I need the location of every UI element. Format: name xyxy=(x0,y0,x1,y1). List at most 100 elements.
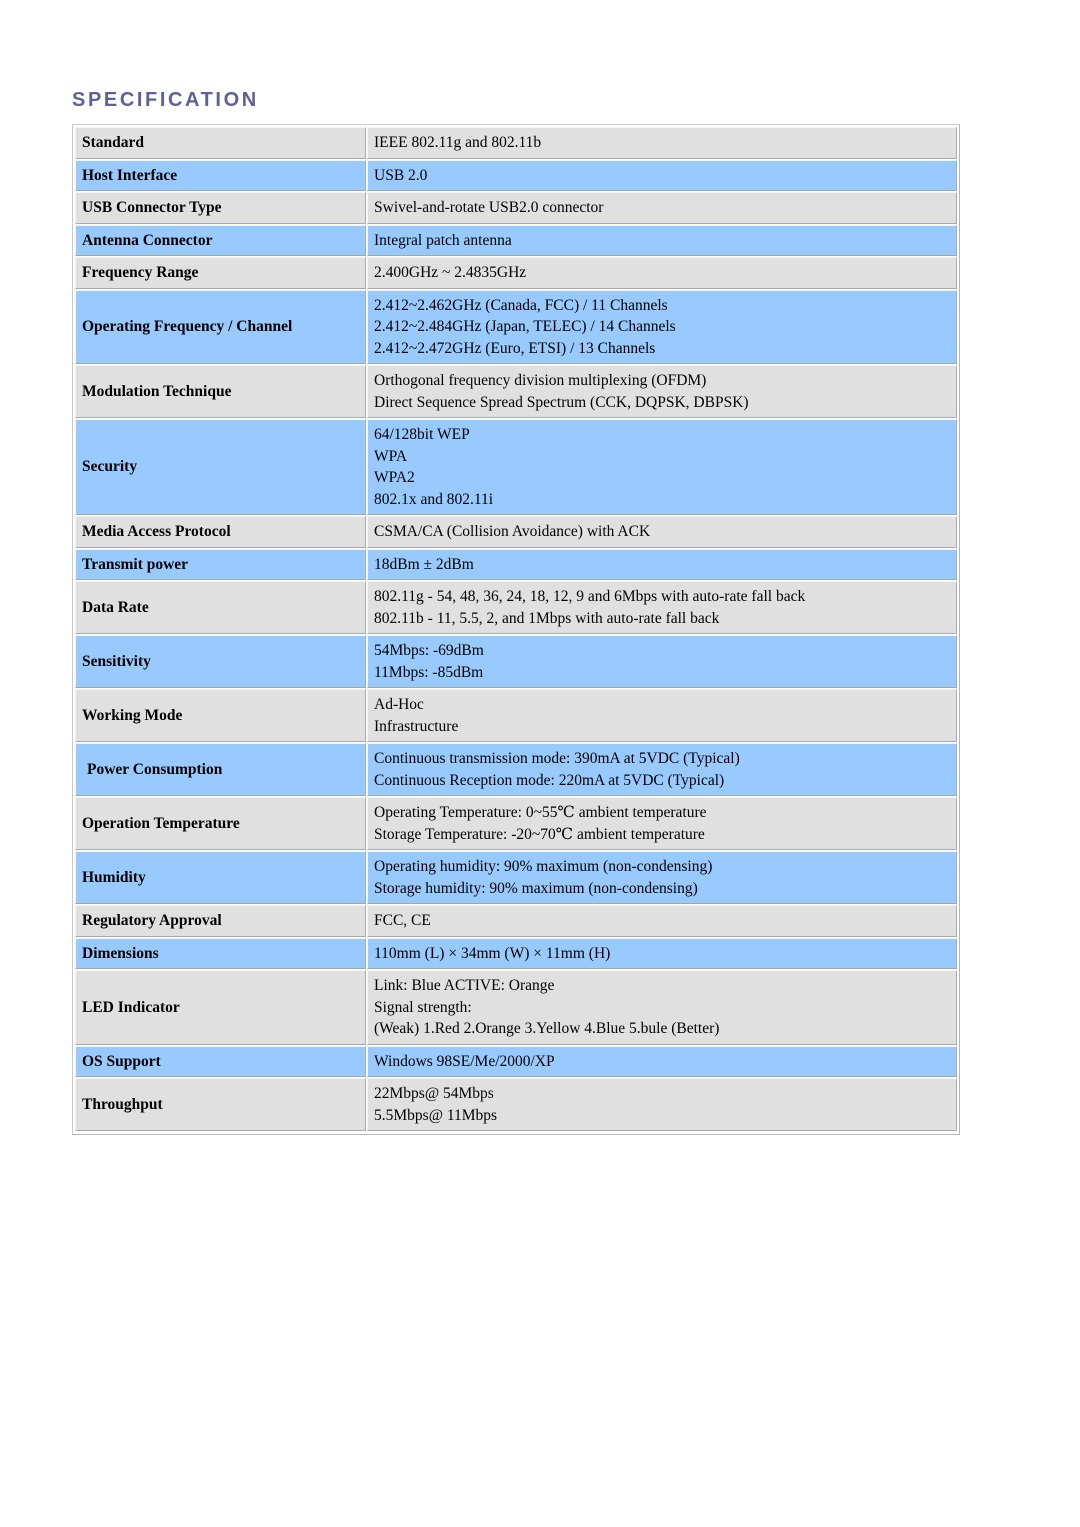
spec-label-text: Data Rate xyxy=(82,598,149,616)
spec-value-line: 2.412~2.462GHz (Canada, FCC) / 11 Channe… xyxy=(374,296,668,314)
spec-label-text: Modulation Technique xyxy=(82,382,232,400)
specification-table: Standard IEEE 802.11g and 802.11b Host Int… xyxy=(74,126,958,1132)
spec-value-line: 802.11b - 11, 5.5, 2, and 1Mbps with aut… xyxy=(374,609,720,627)
spec-value-line: Operating Temperature: 0~55℃ ambient tem… xyxy=(374,804,707,821)
spec-value-line: USB 2.0 xyxy=(374,166,428,184)
spec-value-cell: Windows 98SE/Me/2000/XP xyxy=(367,1045,957,1077)
spec-value-line: 18dBm ± 2dBm xyxy=(374,555,474,573)
spec-value-line: Storage Temperature: -20~70℃ ambient tem… xyxy=(374,825,705,843)
table-row: Security 64/128bit WEP WPA WPA2 802.1x and 8… xyxy=(75,419,957,515)
spec-label-cell: LED Indicator xyxy=(75,970,366,1045)
spec-value-line: Integral patch antenna xyxy=(374,231,512,249)
table-row: Operation Temperature Operating Temperatu… xyxy=(75,797,957,850)
spec-value-line: (Weak) 1.Red 2.Orange 3.Yellow 4.Blue 5.… xyxy=(374,1020,720,1037)
table-row: USB Connector Type Swivel-and-rotate USB2… xyxy=(75,192,957,224)
table-row: Sensitivity 54Mbps: -69dBm 11Mbps: -85dBm xyxy=(75,635,957,688)
spec-value-line: 64/128bit WEP xyxy=(374,426,470,443)
spec-value-cell: 64/128bit WEP WPA WPA2 802.1x and 802.11i xyxy=(367,419,957,515)
spec-value-line: Direct Sequence Spread Spectrum (CCK, DQ… xyxy=(374,393,749,411)
spec-label-text: Throughput xyxy=(82,1095,163,1113)
spec-value-cell: 18dBm ± 2dBm xyxy=(367,548,957,580)
spec-label-cell: Media Access Protocol xyxy=(75,516,366,548)
spec-label-text: Media Access Protocol xyxy=(82,523,231,540)
spec-label-cell: Operation Temperature xyxy=(75,797,366,850)
spec-value-cell: Link: Blue ACTIVE: Orange Signal strength… xyxy=(367,970,957,1045)
spec-value-line: 5.5Mbps@ 11Mbps xyxy=(374,1106,498,1124)
spec-value-line: CSMA/CA (Collision Avoidance) with ACK xyxy=(374,523,651,540)
spec-value-line: WPA2 xyxy=(374,469,415,486)
spec-label-text: Frequency Range xyxy=(82,264,199,281)
table-row: Dimensions 110mm (L) × 34mm (W) × 11mm (H… xyxy=(75,937,957,969)
spec-value-cell: USB 2.0 xyxy=(367,159,957,191)
table-row: Data Rate 802.11g - 54, 48, 36, 24, 18, 1… xyxy=(75,581,957,634)
spec-label-text: Regulatory Approval xyxy=(82,912,222,929)
spec-label-text: Operating Frequency / Channel xyxy=(82,318,293,335)
table-row: OS Support Windows 98SE/Me/2000/XP xyxy=(75,1045,957,1077)
spec-value-line: 22Mbps@ 54Mbps xyxy=(374,1085,494,1102)
spec-label-text: Working Mode xyxy=(82,706,183,724)
spec-label-cell: Standard xyxy=(75,127,366,159)
table-row: Media Access Protocol CSMA/CA (Collision … xyxy=(75,516,957,548)
spec-label-text: Security xyxy=(82,458,138,476)
spec-value-line: Operating humidity: 90% maximum (non-con… xyxy=(374,858,713,875)
spec-label-text: Host Interface xyxy=(82,166,178,184)
spec-label-cell: USB Connector Type xyxy=(75,192,366,224)
spec-label-text: Antenna Connector xyxy=(82,231,213,249)
spec-value-line: Swivel-and-rotate USB2.0 connector xyxy=(374,199,604,216)
spec-label-text: OS Support xyxy=(82,1052,161,1070)
spec-label-cell: Dimensions xyxy=(75,937,366,969)
spec-value-line: 2.412~2.484GHz (Japan, TELEC) / 14 Chann… xyxy=(374,318,676,335)
table-row: Throughput 22Mbps@ 54Mbps 5.5Mbps@ 11Mbps xyxy=(75,1078,957,1131)
spec-value-line: Windows 98SE/Me/2000/XP xyxy=(374,1052,555,1070)
spec-label-cell: OS Support xyxy=(75,1045,366,1077)
spec-label-text: Sensitivity xyxy=(82,652,151,670)
table-row: Operating Frequency / Channel 2.412~2.462… xyxy=(75,289,957,364)
spec-label-text: Operation Temperature xyxy=(82,814,240,832)
spec-value-cell: Swivel-and-rotate USB2.0 connector xyxy=(367,192,957,224)
spec-label-cell: Frequency Range xyxy=(75,257,366,289)
specification-table-container: Standard IEEE 802.11g and 802.11b Host Int… xyxy=(72,124,960,1135)
spec-value-line: 2.400GHz ~ 2.4835GHz xyxy=(374,264,527,281)
spec-value-line: Signal strength: xyxy=(374,998,472,1016)
spec-label-cell: Host Interface xyxy=(75,159,366,191)
spec-value-line: 54Mbps: -69dBm xyxy=(374,642,484,659)
page-title: SPECIFICATION xyxy=(72,89,259,111)
spec-label-text: Humidity xyxy=(82,868,146,886)
spec-value-line: 2.412~2.472GHz (Euro, ETSI) / 13 Channel… xyxy=(374,339,656,357)
specification-table-body: Standard IEEE 802.11g and 802.11b Host Int… xyxy=(75,127,957,1131)
spec-label-cell: Data Rate xyxy=(75,581,366,634)
table-row: Frequency Range 2.400GHz ~ 2.4835GHz xyxy=(75,257,957,289)
spec-label-text: Transmit power xyxy=(82,555,189,573)
spec-label-text: Standard xyxy=(82,134,145,151)
table-row: Working Mode Ad-Hoc Infrastructure xyxy=(75,689,957,742)
spec-label-cell: Working Mode xyxy=(75,689,366,742)
spec-label-text: Power Consumption xyxy=(87,760,223,778)
table-row: Regulatory Approval FCC, CE xyxy=(75,905,957,937)
spec-value-cell: Continuous transmission mode: 390mA at 5… xyxy=(367,743,957,796)
spec-label-cell: Transmit power xyxy=(75,548,366,580)
spec-label-cell: Humidity xyxy=(75,851,366,904)
spec-value-cell: 54Mbps: -69dBm 11Mbps: -85dBm xyxy=(367,635,957,688)
spec-value-line: Link: Blue ACTIVE: Orange xyxy=(374,977,555,994)
spec-value-line: IEEE 802.11g and 802.11b xyxy=(374,134,542,151)
spec-value-cell: 2.400GHz ~ 2.4835GHz xyxy=(367,257,957,289)
spec-value-cell: Operating Temperature: 0~55℃ ambient tem… xyxy=(367,797,957,850)
spec-value-line: 110mm (L) × 34mm (W) × 11mm (H) xyxy=(374,944,611,962)
spec-value-line: WPA xyxy=(374,447,408,465)
spec-label-cell: Throughput xyxy=(75,1078,366,1131)
spec-label-cell: Regulatory Approval xyxy=(75,905,366,937)
spec-value-line: Continuous Reception mode: 220mA at 5VDC… xyxy=(374,771,725,789)
spec-value-cell: Operating humidity: 90% maximum (non-con… xyxy=(367,851,957,904)
spec-value-cell: 22Mbps@ 54Mbps 5.5Mbps@ 11Mbps xyxy=(367,1078,957,1131)
spec-label-cell: Modulation Technique xyxy=(75,365,366,418)
table-row: Standard IEEE 802.11g and 802.11b xyxy=(75,127,957,159)
spec-value-cell: Integral patch antenna xyxy=(367,224,957,256)
spec-value-line: FCC, CE xyxy=(374,912,431,929)
spec-value-cell: CSMA/CA (Collision Avoidance) with ACK xyxy=(367,516,957,548)
spec-value-line: 802.1x and 802.11i xyxy=(374,490,494,508)
spec-label-cell: Operating Frequency / Channel xyxy=(75,289,366,364)
spec-value-cell: Orthogonal frequency division multiplexi… xyxy=(367,365,957,418)
specification-section: SPECIFICATION Standard IEEE 802.11g and 8… xyxy=(72,88,962,1135)
spec-value-line: Continuous transmission mode: 390mA at 5… xyxy=(374,750,740,767)
spec-value-line: Orthogonal frequency division multiplexi… xyxy=(374,372,707,389)
